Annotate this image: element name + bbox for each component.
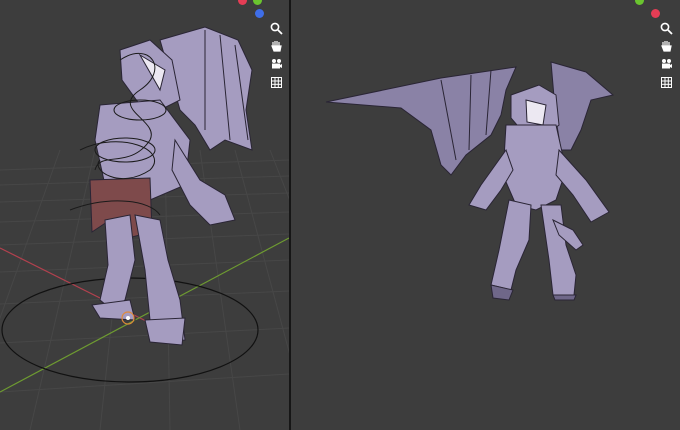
z-axis-dot[interactable] bbox=[255, 9, 264, 18]
zoom-icon[interactable] bbox=[268, 20, 284, 36]
left-scene bbox=[0, 26, 289, 430]
gargoyle-model-right[interactable] bbox=[325, 61, 615, 301]
left-navigation-bar bbox=[268, 20, 284, 92]
pan-hand-icon[interactable] bbox=[658, 38, 674, 54]
right-navigation-bar bbox=[658, 20, 674, 92]
gargoyle-model-left[interactable] bbox=[89, 26, 253, 346]
zoom-icon[interactable] bbox=[658, 20, 674, 36]
camera-icon[interactable] bbox=[268, 56, 284, 72]
camera-icon[interactable] bbox=[658, 56, 674, 72]
grid-view-icon[interactable] bbox=[268, 74, 284, 90]
left-axis-gizmo[interactable] bbox=[238, 0, 268, 5]
right-3d-viewport[interactable] bbox=[291, 0, 680, 430]
right-axis-gizmo[interactable] bbox=[635, 0, 650, 5]
3d-cursor-center bbox=[126, 316, 130, 320]
x-axis-dot[interactable] bbox=[238, 0, 247, 5]
blender-window bbox=[0, 0, 680, 430]
y-axis-dot[interactable] bbox=[253, 0, 262, 5]
x-axis-dot[interactable] bbox=[651, 9, 660, 18]
left-3d-viewport[interactable] bbox=[0, 0, 289, 430]
x-axis-line bbox=[0, 247, 161, 329]
pan-hand-icon[interactable] bbox=[268, 38, 284, 54]
root-control-circle[interactable] bbox=[1, 277, 259, 383]
right-scene bbox=[325, 61, 615, 301]
y-axis-dot[interactable] bbox=[635, 0, 644, 5]
grid-view-icon[interactable] bbox=[658, 74, 674, 90]
